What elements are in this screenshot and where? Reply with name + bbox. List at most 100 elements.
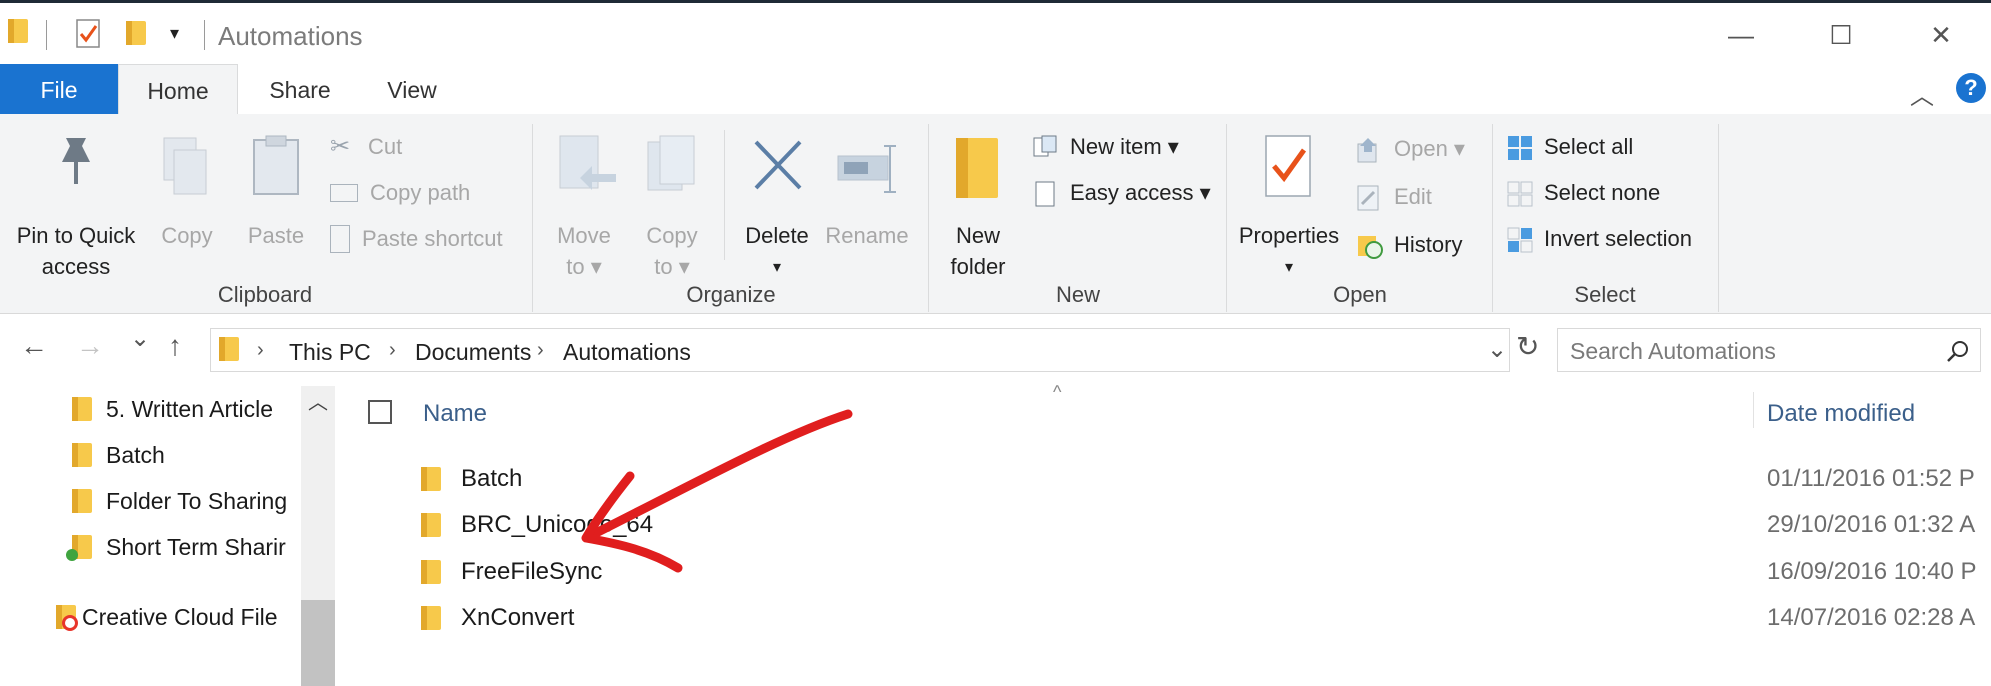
nav-item-label: Folder To Sharing — [106, 487, 288, 514]
folder-icon — [72, 397, 92, 421]
back-button[interactable]: ← — [20, 330, 48, 362]
collapse-ribbon-icon[interactable]: ︿ — [1910, 76, 1934, 111]
folder-icon — [72, 489, 92, 513]
properties-button[interactable]: Properties ▾ — [1234, 134, 1344, 284]
breadcrumb-separator[interactable]: › — [389, 339, 396, 362]
breadcrumb-documents[interactable]: Documents — [415, 339, 531, 366]
delete-label: Delete — [745, 223, 809, 248]
address-dropdown-button[interactable]: ⌄ — [1487, 335, 1507, 364]
forward-button[interactable]: → — [76, 330, 104, 362]
group-separator — [532, 124, 533, 312]
select-all-label: Select all — [1544, 134, 1634, 159]
nav-item-label: Short Term Sharir — [106, 533, 286, 560]
easy-access-icon — [1032, 180, 1058, 207]
history-icon — [1356, 232, 1383, 259]
easy-access-button[interactable]: Easy access ▾ — [1032, 178, 1211, 208]
breadcrumb-this-pc[interactable]: This PC — [289, 339, 371, 366]
history-button[interactable]: History — [1356, 230, 1462, 260]
new-folder-button[interactable]: New folder — [940, 134, 1016, 284]
history-label: History — [1394, 232, 1463, 257]
breadcrumb-automations[interactable]: Automations — [563, 339, 691, 366]
folder-icon — [421, 513, 441, 537]
tab-view[interactable]: View — [362, 64, 462, 114]
pin-label-line2: access — [41, 254, 111, 279]
invert-selection-label: Invert selection — [1544, 226, 1692, 251]
file-row-xnconvert[interactable]: XnConvert 14/07/2016 02:28 A — [335, 595, 1991, 641]
copy-to-button[interactable]: Copy to ▾ — [636, 134, 708, 284]
nav-item-label: Creative Cloud File — [82, 603, 278, 630]
new-group-label: New — [1055, 282, 1100, 307]
nav-item-batch[interactable]: Batch — [0, 432, 296, 478]
new-item-button[interactable]: New item ▾ — [1032, 132, 1179, 162]
edit-icon — [1356, 184, 1382, 211]
tab-share[interactable]: Share — [250, 64, 350, 114]
nav-item-written-article[interactable]: 5. Written Article — [0, 386, 296, 432]
pin-to-quick-access-button[interactable]: Pin to Quick access — [8, 134, 144, 279]
properties-dropdown-arrow[interactable]: ▾ — [1234, 252, 1344, 283]
copy-path-label: Copy path — [370, 180, 471, 205]
scroll-up-button[interactable]: ︿ — [308, 386, 328, 415]
breadcrumb-separator[interactable]: › — [257, 339, 264, 362]
search-placeholder[interactable]: Search Automations — [1570, 338, 1776, 365]
refresh-button[interactable]: ↻ — [1516, 330, 1539, 363]
delete-button[interactable]: Delete ▾ — [734, 134, 820, 284]
rename-button[interactable]: Rename — [822, 134, 912, 264]
close-button[interactable]: ✕ — [1911, 13, 1971, 57]
folder-icon — [421, 467, 441, 491]
group-separator — [928, 124, 929, 312]
minimize-button[interactable]: — — [1711, 13, 1771, 57]
select-none-label: Select none — [1544, 180, 1661, 205]
rename-label: Rename — [825, 223, 909, 248]
column-header-name[interactable]: Name — [423, 400, 487, 428]
search-icon[interactable] — [1946, 339, 1970, 363]
location-folder-icon — [219, 337, 239, 366]
quick-access-separator — [46, 20, 47, 50]
recent-locations-button[interactable]: ⌄ — [130, 324, 150, 353]
open-button[interactable]: Open ▾ — [1356, 134, 1465, 164]
search-box[interactable]: Search Automations — [1557, 328, 1981, 372]
new-folder-icon — [956, 138, 998, 198]
copy-path-button[interactable]: Copy path — [330, 178, 470, 208]
copy-button[interactable]: Copy — [150, 134, 224, 264]
folder-icon — [72, 443, 92, 467]
nav-item-short-term-sharing[interactable]: Short Term Sharir — [0, 524, 296, 570]
select-none-button[interactable]: Select none — [1506, 178, 1660, 208]
properties-quick-icon[interactable] — [76, 19, 102, 54]
open-label: Open ▾ — [1394, 136, 1465, 161]
help-icon[interactable]: ? — [1956, 73, 1986, 103]
file-date: 14/07/2016 02:28 A — [1767, 604, 1976, 631]
nav-item-label: Batch — [106, 441, 165, 468]
nav-scrollbar-thumb[interactable] — [301, 600, 335, 686]
move-to-icon — [559, 135, 616, 190]
new-folder-quick-icon[interactable] — [126, 21, 146, 50]
new-item-label: New item ▾ — [1070, 134, 1179, 159]
move-to-label-line1: Move — [557, 223, 611, 248]
breadcrumb-separator[interactable]: › — [537, 339, 544, 362]
select-all-checkbox[interactable] — [368, 400, 392, 424]
up-button[interactable]: ↑ — [168, 330, 182, 362]
cut-button[interactable]: ✂ Cut — [330, 132, 402, 162]
paste-button[interactable]: Paste — [240, 134, 312, 264]
paste-shortcut-button[interactable]: Paste shortcut — [330, 224, 503, 254]
delete-dropdown-arrow[interactable]: ▾ — [734, 252, 820, 283]
edit-button[interactable]: Edit — [1356, 182, 1432, 212]
pin-icon — [62, 138, 90, 184]
new-folder-label-line1: New — [955, 223, 1000, 248]
new-folder-label-line2: folder — [950, 254, 1006, 279]
address-row: ← → ⌄ ↑ › This PC › Documents › Automati… — [0, 314, 1991, 386]
open-icon — [1356, 136, 1382, 163]
address-bar[interactable]: › This PC › Documents › Automations ⌄ — [210, 328, 1510, 372]
nav-item-folder-to-sharing[interactable]: Folder To Sharing — [0, 478, 296, 524]
column-divider[interactable] — [1753, 392, 1754, 428]
customize-quick-access-icon[interactable]: ▾ — [170, 23, 179, 44]
select-all-button[interactable]: Select all — [1506, 132, 1633, 162]
tab-home[interactable]: Home — [118, 64, 238, 114]
nav-item-creative-cloud-files[interactable]: Creative Cloud File — [0, 594, 296, 640]
invert-selection-button[interactable]: Invert selection — [1506, 224, 1692, 254]
folder-icon — [421, 560, 441, 584]
tab-file[interactable]: File — [0, 64, 118, 114]
move-to-button[interactable]: Move to ▾ — [548, 134, 620, 284]
maximize-button[interactable]: ☐ — [1811, 13, 1871, 57]
copy-label: Copy — [161, 223, 213, 248]
column-header-date-modified[interactable]: Date modified — [1767, 400, 1915, 428]
